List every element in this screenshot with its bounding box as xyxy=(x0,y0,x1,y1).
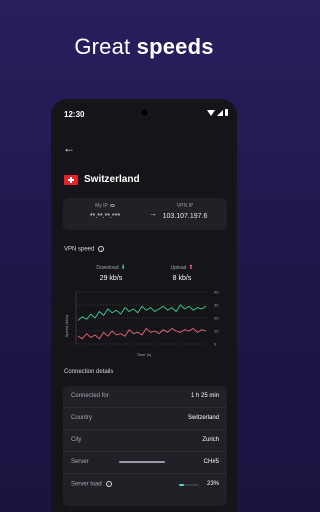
detail-row-country: Country Switzerland xyxy=(63,408,227,430)
connection-details-title: Connection details xyxy=(64,369,114,375)
connection-details-card: Connected for 1 h 25 min Country Switzer… xyxy=(63,386,227,506)
y-tick-label: 0 xyxy=(214,342,217,347)
eye-icon[interactable] xyxy=(109,204,115,208)
detail-row-server-load: Server load i 23% xyxy=(63,474,227,496)
upload-series-line xyxy=(77,327,207,340)
detail-value: CH#5 xyxy=(203,459,219,465)
phone-frame: 12:30 ← Switzerland My IP **.**.**.*** →… xyxy=(51,99,237,512)
my-ip-label: My IP xyxy=(95,203,108,209)
detail-value: 1 h 25 min xyxy=(190,393,219,399)
download-arrow-icon: ⬇ xyxy=(120,265,126,271)
back-arrow-icon[interactable]: ← xyxy=(63,141,75,155)
upload-rate: Upload ⬆ 8 kb/s xyxy=(152,264,212,282)
upload-label: Upload xyxy=(170,265,187,271)
upload-arrow-icon: ⬆ xyxy=(188,265,194,271)
detail-value: 23% xyxy=(206,481,219,487)
vpn-speed-heading: VPN speed i xyxy=(64,246,105,253)
status-icons xyxy=(207,109,228,116)
detail-label: City xyxy=(71,437,82,443)
wifi-icon xyxy=(207,109,215,116)
download-value: 29 kb/s xyxy=(99,275,123,282)
ip-card: My IP **.**.**.*** → VPN IP 103.107.197.… xyxy=(63,198,227,230)
camera-cutout xyxy=(140,108,149,117)
detail-value: Zurich xyxy=(202,437,219,443)
y-tick-label: 10 xyxy=(214,329,219,334)
server-load-fill xyxy=(179,484,184,486)
my-ip-value: **.**.**.*** xyxy=(89,213,121,220)
detail-row-server: Server CH#5 xyxy=(63,452,227,474)
my-ip: My IP **.**.**.*** xyxy=(75,203,135,220)
country-name: Switzerland xyxy=(84,174,140,185)
server-load-bar xyxy=(179,484,199,486)
vpn-speed-title: VPN speed xyxy=(64,246,95,253)
detail-row-connected: Connected for 1 h 25 min xyxy=(63,386,227,408)
detail-label: Country xyxy=(71,415,93,421)
download-series-line xyxy=(77,304,207,321)
headline-bold: speeds xyxy=(136,34,214,59)
headline-regular: Great xyxy=(74,34,137,59)
info-icon[interactable]: i xyxy=(98,246,105,252)
detail-label: Server load xyxy=(71,481,102,488)
chart-x-label: Time (s) xyxy=(137,352,152,357)
detail-label: Connected for xyxy=(71,393,109,399)
server-divider xyxy=(119,461,165,463)
detail-value: Switzerland xyxy=(187,415,219,421)
download-label: Download xyxy=(96,265,119,271)
y-tick-label: 30 xyxy=(214,303,219,308)
detail-label: Server xyxy=(71,459,89,465)
info-icon[interactable]: i xyxy=(105,481,112,487)
y-tick-label: 20 xyxy=(214,316,219,321)
battery-icon xyxy=(225,109,228,116)
swiss-flag-icon xyxy=(64,174,78,185)
speed-chart: Speed (kb/s) Time (s) 40 30 20 10 0 xyxy=(64,290,219,358)
status-time: 12:30 xyxy=(64,110,85,119)
upload-value: 8 kb/s xyxy=(172,275,192,282)
vpn-ip-value: 103.107.197.6 xyxy=(162,213,208,220)
headline: Great speeds xyxy=(0,34,288,60)
status-bar: 12:30 xyxy=(54,102,234,124)
detail-row-city: City Zurich xyxy=(63,430,227,452)
download-rate: Download ⬇ 29 kb/s xyxy=(81,264,141,282)
chart-y-label: Speed (kb/s) xyxy=(64,314,69,337)
vpn-ip-label: VPN IP xyxy=(176,203,194,209)
app-screen: 12:30 ← Switzerland My IP **.**.**.*** →… xyxy=(54,102,234,512)
country-header: Switzerland xyxy=(64,174,140,185)
vpn-ip: VPN IP 103.107.197.6 xyxy=(155,203,215,220)
signal-icon xyxy=(217,109,223,116)
y-tick-label: 40 xyxy=(214,290,219,295)
